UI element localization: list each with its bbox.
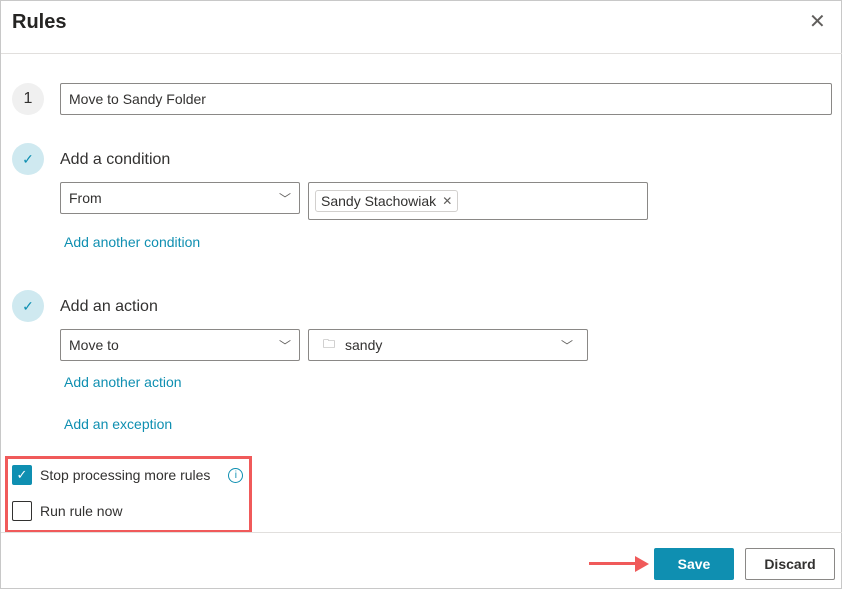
action-field: Move to xyxy=(69,337,119,353)
rule-number: 1 xyxy=(12,83,44,115)
checkbox-checked-icon[interactable]: ✓ xyxy=(12,465,32,485)
add-condition-link[interactable]: Add another condition xyxy=(64,234,200,250)
run-now-label: Run rule now xyxy=(40,503,123,519)
condition-dropdown[interactable]: From ﹀ xyxy=(60,182,300,214)
stop-processing-checkbox[interactable]: ✓ Stop processing more rules i xyxy=(12,465,244,485)
action-heading: Add an action xyxy=(60,298,158,315)
add-action-link[interactable]: Add another action xyxy=(64,374,182,390)
info-icon[interactable]: i xyxy=(228,467,244,483)
recipient-chip: Sandy Stachowiak ✕ xyxy=(315,190,459,212)
checkbox-unchecked-icon[interactable] xyxy=(12,501,32,521)
add-exception-link[interactable]: Add an exception xyxy=(64,416,172,432)
rule-name-input[interactable]: Move to Sandy Folder xyxy=(60,83,832,115)
condition-heading: Add a condition xyxy=(60,151,171,168)
arrow-head-icon xyxy=(635,556,649,572)
folder-icon: 🗀 xyxy=(323,336,336,351)
arrow-icon xyxy=(589,562,639,565)
condition-field: From xyxy=(69,190,102,206)
remove-icon[interactable]: ✕ xyxy=(442,194,452,208)
close-icon[interactable]: ✕ xyxy=(809,9,826,34)
chevron-down-icon: ﹀ xyxy=(278,191,291,206)
checkmark-icon: ✓ xyxy=(12,290,44,322)
discard-button[interactable]: Discard xyxy=(745,548,835,580)
save-button[interactable]: Save xyxy=(654,548,734,580)
divider xyxy=(1,532,842,533)
dialog-title: Rules xyxy=(12,11,67,33)
recipient-name: Sandy Stachowiak xyxy=(321,193,437,209)
chevron-down-icon: ﹀ xyxy=(278,338,291,353)
stop-processing-label: Stop processing more rules xyxy=(40,467,211,483)
recipient-input[interactable]: Sandy Stachowiak ✕ xyxy=(308,182,648,220)
folder-dropdown[interactable]: 🗀 sandy ﹀ xyxy=(308,329,588,361)
checkmark-icon: ✓ xyxy=(12,143,44,175)
folder-name: sandy xyxy=(345,337,383,353)
chevron-down-icon: ﹀ xyxy=(560,338,573,353)
action-dropdown[interactable]: Move to ﹀ xyxy=(60,329,300,361)
run-now-checkbox[interactable]: Run rule now xyxy=(12,501,123,521)
divider xyxy=(1,53,842,54)
